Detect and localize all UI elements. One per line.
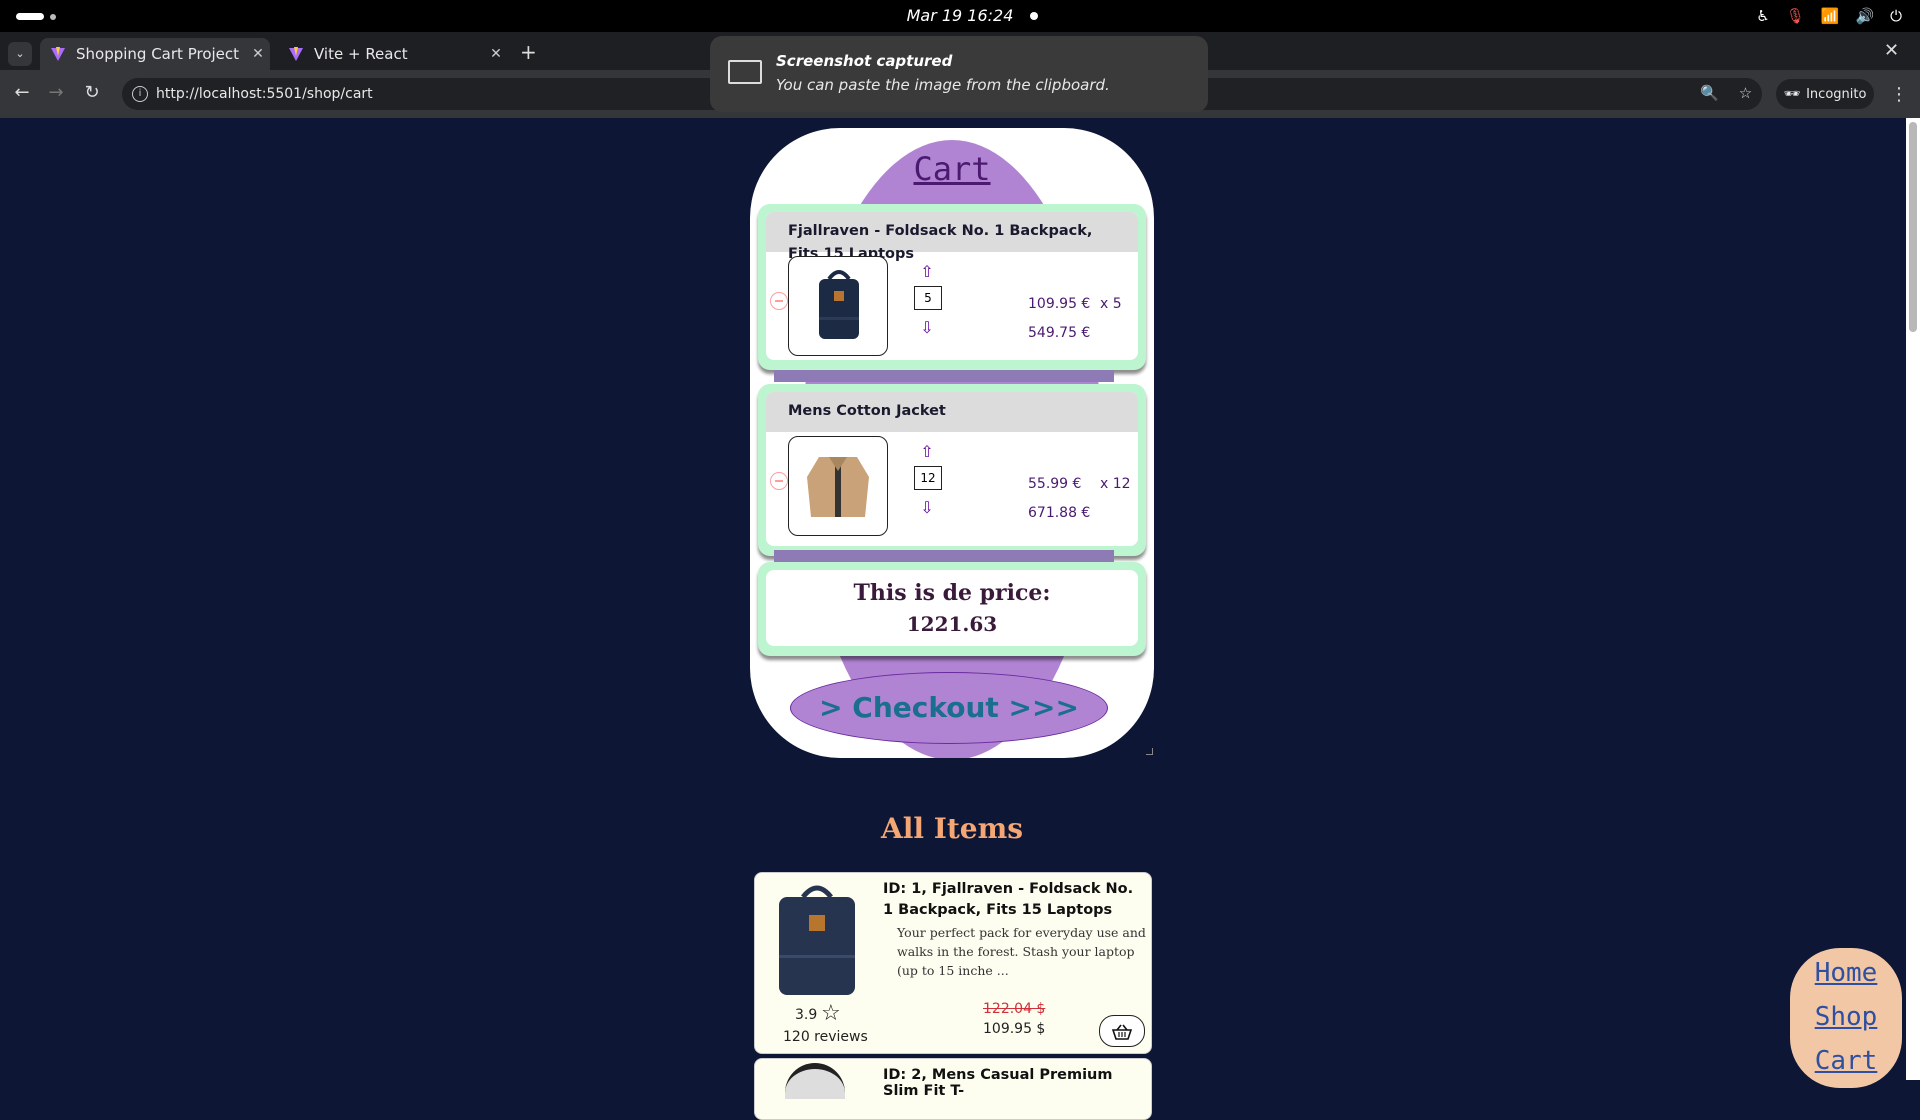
incognito-icon: 🕶: [1783, 86, 1801, 102]
quantity-multiplier: x 5: [1100, 296, 1122, 312]
toast-title: Screenshot captured: [776, 52, 953, 70]
resize-handle[interactable]: [1146, 748, 1153, 755]
original-price: 122.04 $: [983, 1001, 1046, 1017]
tab-search-button[interactable]: ⌄: [8, 42, 32, 66]
checkout-button[interactable]: > Checkout >>>: [790, 672, 1108, 744]
new-tab-button[interactable]: +: [520, 40, 537, 64]
zoom-icon[interactable]: 🔍: [1700, 84, 1719, 102]
remove-item-button[interactable]: [770, 472, 788, 490]
mic-muted-icon[interactable]: 🎙: [1786, 7, 1805, 25]
total-label: This is de price:: [853, 580, 1051, 606]
close-tab-icon[interactable]: ✕: [484, 46, 508, 62]
nav-link-home[interactable]: Home: [1790, 958, 1902, 988]
decrease-quantity-arrow-icon[interactable]: ⇩: [920, 318, 934, 337]
system-tray[interactable]: ♿ 🎙 📶 🔊 ⏻: [1756, 5, 1902, 27]
cart-title: Cart: [913, 150, 991, 188]
sale-price: 109.95 $: [983, 1021, 1046, 1037]
omnibox-actions: 🔍 ☆: [1700, 84, 1752, 102]
increase-quantity-arrow-icon[interactable]: ⇧: [920, 262, 934, 281]
separator-band: [774, 370, 1114, 382]
increase-quantity-arrow-icon[interactable]: ⇧: [920, 442, 934, 461]
unit-price: 55.99 €: [1028, 476, 1082, 492]
system-top-bar: Mar 19 16:24 ♿ 🎙 📶 🔊 ⏻: [0, 0, 1920, 32]
workspace-dot: [50, 14, 56, 20]
product-title: ID: 2, Mens Casual Premium Slim Fit T-: [883, 1067, 1113, 1099]
toast-body: You can paste the image from the clipboa…: [776, 76, 1110, 94]
product-title: ID: 1, Fjallraven - Foldsack No. 1 Backp…: [883, 881, 1134, 918]
tab-shopping-cart[interactable]: Shopping Cart Project ✕: [40, 38, 270, 70]
volume-icon[interactable]: 🔊: [1855, 7, 1874, 25]
browser-menu-icon[interactable]: ⋮: [1890, 84, 1908, 105]
separator-band: [774, 550, 1114, 562]
product-card: ID: 2, Mens Casual Premium Slim Fit T-: [754, 1058, 1152, 1120]
power-icon[interactable]: ⏻: [1890, 7, 1902, 25]
cart-item: Mens Cotton Jacket ⇧ 12 ⇩ 55.99 € x 12 6…: [758, 384, 1146, 556]
cart-item: Fjallraven - Foldsack No. 1 Backpack, Fi…: [758, 204, 1146, 370]
total-value: 1221.63: [906, 612, 998, 636]
close-tab-icon[interactable]: ✕: [246, 46, 270, 62]
reload-icon[interactable]: ↻: [80, 82, 104, 103]
backpack-image: [788, 256, 888, 356]
unit-price: 109.95 €: [1028, 296, 1091, 312]
activities-indicator[interactable]: [16, 13, 44, 20]
cart-item-inner: Fjallraven - Foldsack No. 1 Backpack, Fi…: [766, 212, 1138, 360]
star-icon: ☆: [821, 1001, 841, 1026]
vite-favicon-icon: [51, 47, 65, 61]
site-nav: Home Shop Cart: [1790, 948, 1902, 1088]
tab-vite-react[interactable]: Vite + React ✕: [278, 38, 508, 70]
notification-dot: [1030, 12, 1038, 20]
jacket-image: [788, 436, 888, 536]
nav-link-cart[interactable]: Cart: [1790, 1046, 1902, 1076]
wifi-icon[interactable]: 📶: [1821, 7, 1840, 25]
site-info-icon[interactable]: i: [132, 86, 148, 102]
line-total: 549.75 €: [1028, 325, 1091, 341]
quantity-multiplier: x 12: [1100, 476, 1131, 492]
page-scrollbar-thumb[interactable]: [1909, 122, 1917, 332]
cart-item-name: Mens Cotton Jacket: [788, 403, 946, 419]
backpack-product-image: [773, 879, 861, 997]
vite-favicon-icon: [289, 47, 303, 61]
quantity-input[interactable]: 5: [914, 286, 942, 310]
product-rating: 3.9: [795, 1007, 818, 1023]
tshirt-product-image: [785, 1063, 845, 1099]
url-text[interactable]: http://localhost:5501/shop/cart: [156, 86, 373, 102]
bookmark-star-icon[interactable]: ☆: [1739, 84, 1752, 102]
forward-arrow-icon[interactable]: →: [44, 82, 68, 103]
total-card: This is de price: 1221.63: [758, 562, 1146, 656]
product-card: 3.9 ☆ 120 reviews ID: 1, Fjallraven - Fo…: [754, 872, 1152, 1054]
cart-item-inner: Mens Cotton Jacket ⇧ 12 ⇩ 55.99 € x 12 6…: [766, 392, 1138, 546]
review-count: 120 reviews: [783, 1029, 868, 1045]
quantity-input[interactable]: 12: [914, 466, 942, 490]
screenshot-toast[interactable]: Screenshot captured You can paste the im…: [710, 36, 1208, 112]
window-close-icon[interactable]: ✕: [1884, 40, 1899, 61]
product-description: Your perfect pack for everyday use and w…: [897, 925, 1146, 978]
decrease-quantity-arrow-icon[interactable]: ⇩: [920, 498, 934, 517]
incognito-indicator[interactable]: 🕶 Incognito: [1776, 79, 1874, 109]
all-items-heading: All Items: [881, 812, 1023, 845]
total-inner: This is de price: 1221.63: [766, 570, 1138, 646]
basket-icon: [1111, 1024, 1133, 1040]
add-to-basket-button[interactable]: [1099, 1015, 1145, 1047]
tab-title: Shopping Cart Project: [76, 45, 240, 63]
remove-item-button[interactable]: [770, 292, 788, 310]
incognito-label: Incognito: [1806, 86, 1867, 102]
nav-link-shop[interactable]: Shop: [1790, 1002, 1902, 1032]
line-total: 671.88 €: [1028, 505, 1091, 521]
accessibility-icon[interactable]: ♿: [1756, 7, 1769, 25]
cart-panel: Cart Fjallraven - Foldsack No. 1 Backpac…: [750, 128, 1154, 758]
tab-title: Vite + React: [314, 45, 408, 63]
back-arrow-icon[interactable]: ←: [10, 82, 34, 103]
screenshot-icon: [728, 60, 762, 84]
